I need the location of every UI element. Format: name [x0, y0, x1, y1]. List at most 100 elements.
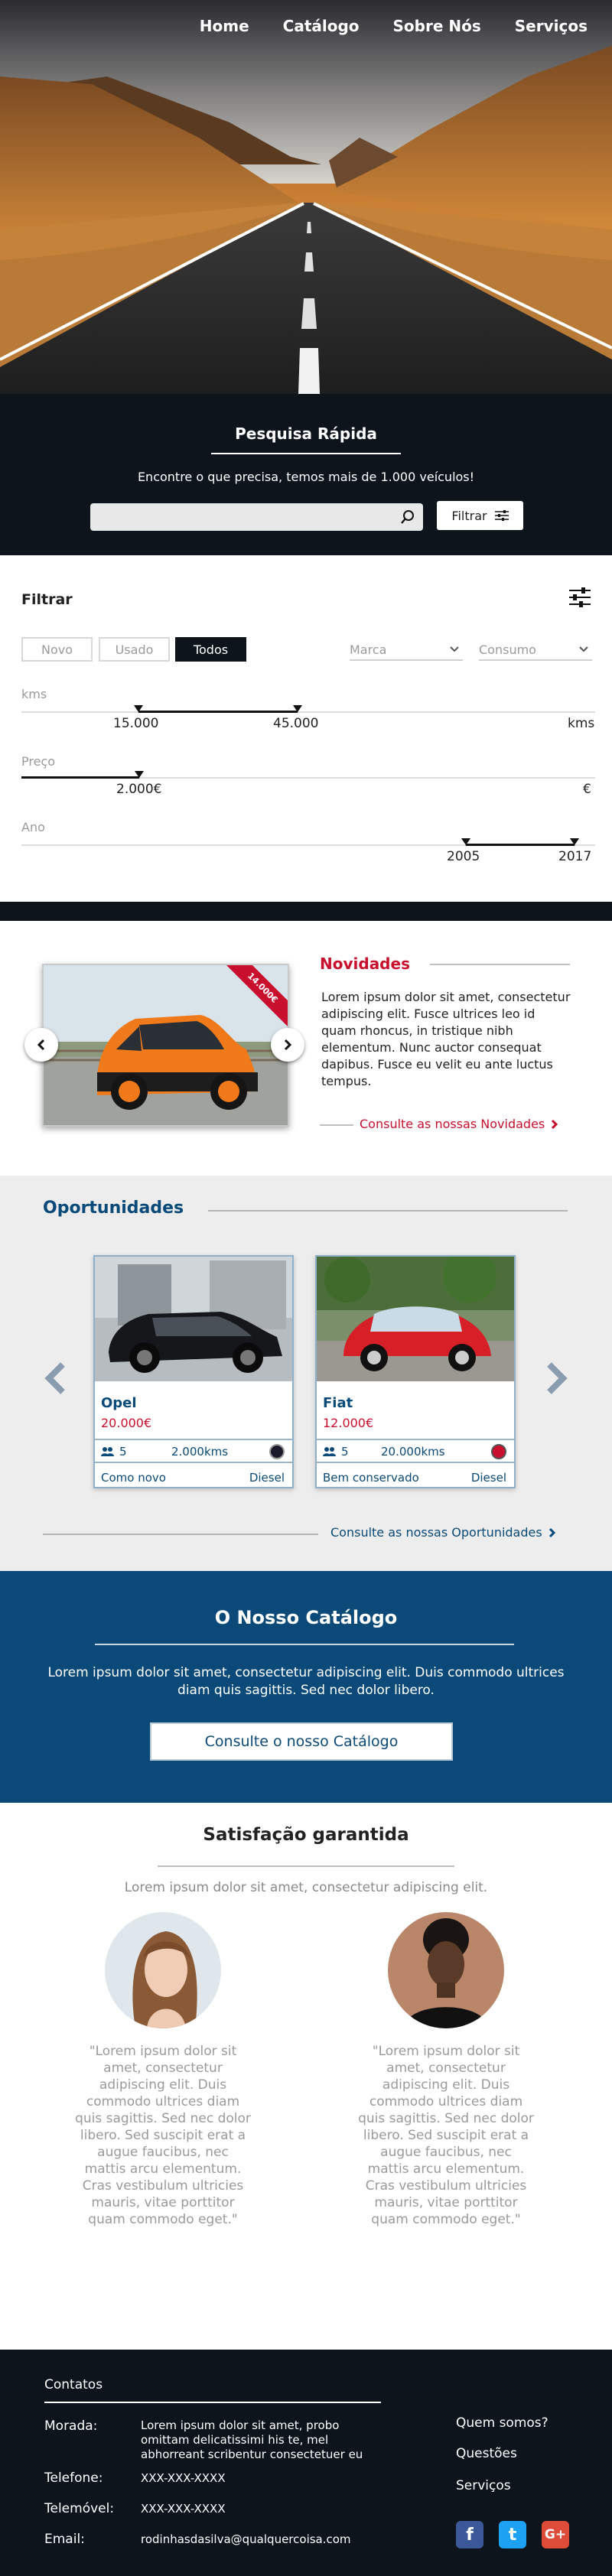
car-name: Fiat	[323, 1395, 353, 1411]
kms-slider-range	[138, 711, 298, 713]
address-value: Lorem ipsum dolor sit amet, probo omitta…	[141, 2418, 363, 2461]
car-kms: 2.000kms	[171, 1445, 229, 1459]
car-seats: 5	[341, 1445, 349, 1459]
divider	[44, 2402, 381, 2403]
chevron-right-icon	[552, 1119, 558, 1129]
filter-title: Filtrar	[21, 591, 73, 608]
catalogo-description: Lorem ipsum dolor sit amet, consectetur …	[47, 1665, 565, 1698]
woman-portrait	[388, 1912, 504, 2028]
novidades-title: Novidades	[320, 955, 410, 973]
year-min-value: 2005	[447, 849, 480, 864]
hero-road-image	[0, 0, 612, 394]
chevron-right-icon	[549, 1527, 555, 1537]
oportunidades-title: Oportunidades	[43, 1199, 184, 1218]
car-condition: Como novo	[101, 1471, 166, 1485]
woman-portrait	[105, 1912, 221, 2028]
quick-search-section: Pesquisa Rápida Encontre o que precisa, …	[0, 394, 612, 555]
divider	[208, 1210, 568, 1212]
quick-search-subtitle: Encontre o que precisa, temos mais de 1.…	[137, 470, 475, 484]
tab-usado[interactable]: Usado	[99, 637, 170, 662]
catalogo-section: O Nosso Catálogo Lorem ipsum dolor sit a…	[0, 1571, 612, 1803]
car-specs: 5 20.000kms	[317, 1439, 514, 1463]
email-label: Email:	[44, 2532, 85, 2547]
price-value: 2.000€	[116, 782, 162, 797]
oportunidades-link-label: Consulte as nossas Oportunidades	[330, 1525, 542, 1540]
kms-label: kms	[21, 687, 47, 701]
car-specs: 5 2.000kms	[95, 1439, 292, 1463]
filter-button[interactable]: Filtrar	[437, 501, 523, 530]
kms-max-value: 45.000	[273, 716, 319, 731]
divider	[430, 964, 570, 965]
testimonial-quote: "Lorem ipsum dolor sit amet, consectetur…	[75, 2044, 251, 2227]
novidades-description: Lorem ipsum dolor sit amet, consectetur …	[321, 990, 571, 1088]
twitter-icon[interactable]: t	[499, 2521, 526, 2548]
divider	[320, 1124, 353, 1126]
search-icon[interactable]	[400, 509, 415, 525]
opportunity-card[interactable]: Fiat 12.000€ 5 20.000kms Bem conservado …	[315, 1255, 516, 1488]
year-slider-min-handle[interactable]	[461, 838, 470, 845]
carousel-prev-button[interactable]	[24, 1028, 58, 1062]
chevron-down-icon	[450, 646, 459, 652]
kms-unit: kms	[568, 716, 595, 731]
chevron-right-icon	[284, 1039, 292, 1051]
tab-todos[interactable]: Todos	[175, 637, 246, 662]
nav-sobre-nos[interactable]: Sobre Nós	[393, 17, 481, 35]
year-label: Ano	[21, 820, 45, 834]
car-condition: Bem conservado	[323, 1471, 419, 1485]
email-value[interactable]: rodinhasdasilva@qualquercoisa.com	[141, 2532, 386, 2547]
facebook-icon[interactable]: f	[456, 2521, 483, 2548]
footer-link-quem-somos[interactable]: Quem somos?	[456, 2415, 549, 2431]
price-label: Preço	[21, 754, 56, 769]
phone-value: XXX-XXX-XXXX	[141, 2471, 226, 2485]
price-slider-range	[21, 776, 139, 779]
oportunidades-link[interactable]: Consulte as nossas Oportunidades	[330, 1525, 556, 1540]
filter-settings-icon[interactable]	[568, 586, 592, 609]
avatar	[105, 1912, 221, 2028]
kms-slider-max-handle[interactable]	[293, 705, 302, 712]
red-car-image	[317, 1257, 514, 1381]
opportunity-card[interactable]: Opel 20.000€ 5 2.000kms Como novo Diesel	[93, 1255, 294, 1488]
testimonial-quote: "Lorem ipsum dolor sit amet, consectetur…	[358, 2044, 534, 2227]
consumption-dropdown[interactable]: Consumo	[479, 639, 592, 661]
price-slider-handle[interactable]	[135, 771, 144, 778]
sliders-icon	[494, 510, 509, 521]
contacts-title: Contatos	[44, 2377, 103, 2392]
brand-dropdown-label: Marca	[350, 642, 387, 657]
carousel-next-arrow-icon[interactable]	[545, 1361, 569, 1395]
google-plus-icon[interactable]: G+	[542, 2521, 569, 2548]
people-icon	[323, 1447, 336, 1456]
carousel-prev-arrow-icon[interactable]	[43, 1361, 67, 1395]
footer-link-questoes[interactable]: Questões	[456, 2446, 517, 2461]
carousel-next-button[interactable]	[271, 1028, 304, 1062]
filter-panel: Filtrar Novo Usado Todos Marca Consumo k…	[0, 555, 612, 902]
testimonials-title: Satisfação garantida	[203, 1825, 409, 1845]
main-navigation: Home Catálogo Sobre Nós Serviços	[0, 0, 612, 52]
hero-banner: Home Catálogo Sobre Nós Serviços	[0, 0, 612, 394]
tab-novo[interactable]: Novo	[21, 637, 93, 662]
year-slider-max-handle[interactable]	[570, 838, 579, 845]
filter-button-label: Filtrar	[451, 508, 487, 523]
mobile-value: XXX-XXX-XXXX	[141, 2502, 226, 2516]
car-kms: 20.000kms	[381, 1445, 445, 1459]
people-icon	[101, 1447, 114, 1456]
black-car-image	[95, 1257, 292, 1381]
nav-servicos[interactable]: Serviços	[515, 17, 588, 35]
search-input[interactable]	[90, 503, 423, 531]
nav-catalogo[interactable]: Catálogo	[283, 17, 360, 35]
quick-search-title: Pesquisa Rápida	[235, 424, 377, 443]
footer-link-servicos[interactable]: Serviços	[456, 2478, 511, 2493]
car-color-swatch	[269, 1444, 285, 1459]
testimonials-section: Satisfação garantida Lorem ipsum dolor s…	[0, 1803, 612, 2350]
novidades-carousel-image[interactable]: 14.000€	[42, 964, 289, 1127]
car-price: 12.000€	[323, 1416, 374, 1430]
novidades-link[interactable]: Consulte as nossas Novidades	[360, 1117, 558, 1131]
kms-slider-min-handle[interactable]	[134, 705, 143, 712]
car-fuel: Diesel	[249, 1471, 285, 1485]
chevron-left-icon	[37, 1039, 45, 1051]
kms-slider-track[interactable]	[21, 711, 595, 713]
catalogo-button[interactable]: Consulte o nosso Catálogo	[150, 1722, 453, 1761]
novidades-link-label: Consulte as nossas Novidades	[360, 1117, 545, 1131]
divider	[95, 1644, 514, 1645]
nav-home[interactable]: Home	[200, 17, 249, 35]
brand-dropdown[interactable]: Marca	[350, 639, 463, 661]
